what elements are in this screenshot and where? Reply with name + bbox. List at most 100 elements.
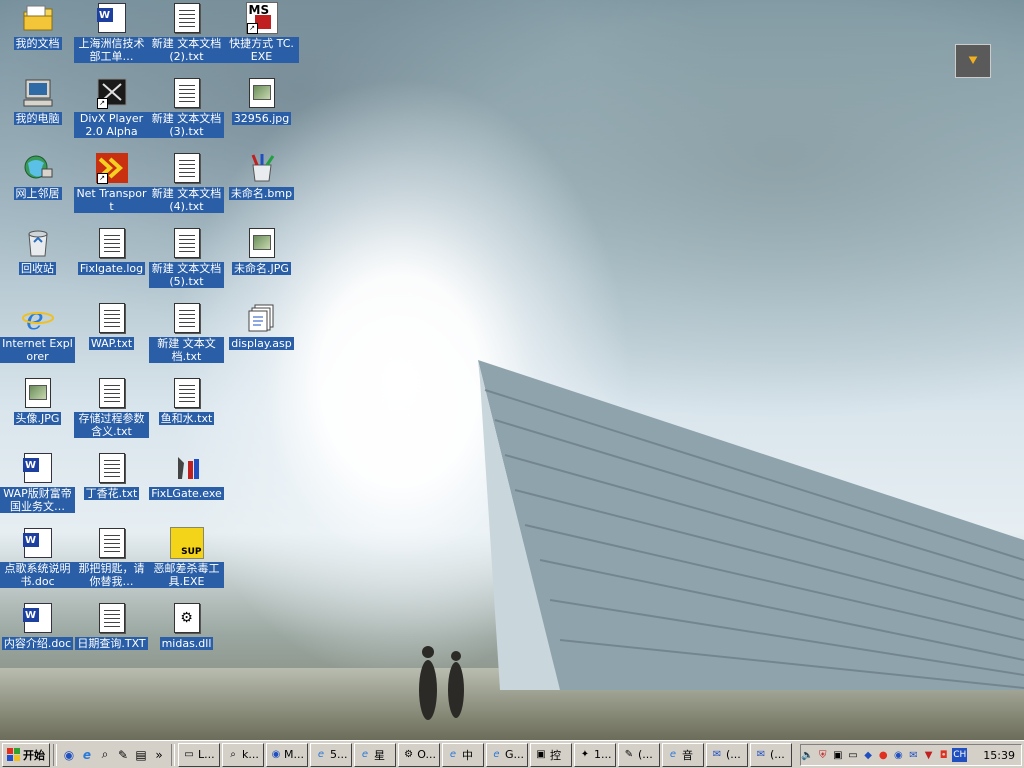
- desktop-icon-my-documents[interactable]: 我的文档: [0, 2, 75, 50]
- desktop-icon-new-text-3[interactable]: 新建 文本文档 (3).txt: [149, 77, 224, 138]
- desktop-icon-shanghai-doc[interactable]: W 上海洲信技术部工单…: [74, 2, 149, 63]
- task-label: (...: [638, 748, 653, 761]
- taskbar-task-5[interactable]: e星: [354, 742, 396, 767]
- desktop-icon-new-text-5[interactable]: 新建 文本文档 (5).txt: [149, 227, 224, 288]
- weibo-icon[interactable]: ●: [877, 748, 890, 762]
- desktop-icon-fixlgate-log[interactable]: Fixlgate.log: [74, 227, 149, 275]
- taskbar-task-8[interactable]: e G...: [486, 742, 528, 767]
- desktop-icon-fish-water-txt[interactable]: 鱼和水.txt: [149, 377, 224, 425]
- app-icon: ◉: [271, 749, 281, 760]
- icon-label: 丁香花.txt: [83, 487, 140, 500]
- quicklaunch-qq-icon[interactable]: ◉: [60, 746, 78, 764]
- ie-icon: e: [21, 302, 55, 334]
- taskbar-task-4[interactable]: e 5...: [310, 742, 352, 767]
- desktop-icon-internet-explorer[interactable]: e Internet Explorer: [0, 302, 75, 363]
- desktop-icon-net-transport[interactable]: ↗ Net Transport: [74, 152, 149, 213]
- taskbar-task-3[interactable]: ◉ M...: [266, 742, 308, 767]
- taskbar-task-12[interactable]: e音: [662, 742, 704, 767]
- taskbar-task-6[interactable]: ⚙ O...: [398, 742, 440, 767]
- chat-icon: ✉: [756, 749, 766, 760]
- desktop-icon-song-system-doc[interactable]: W 点歌系统说明书.doc: [0, 527, 75, 588]
- desktop-icon-date-query-txt[interactable]: 日期查询.TXT: [74, 602, 149, 650]
- icon-label: Net Transport: [74, 187, 149, 213]
- eye-icon[interactable]: ◉: [892, 748, 905, 762]
- desktop-icon-content-doc[interactable]: W 内容介绍.doc: [0, 602, 75, 650]
- desktop-icon-stored-procedure-txt[interactable]: 存储过程参数含义.txt: [74, 377, 149, 438]
- language-indicator[interactable]: CH: [952, 748, 968, 762]
- chat-icon[interactable]: ◘: [937, 748, 950, 762]
- image-file-icon: [245, 227, 279, 259]
- app-icon: ⚙: [404, 749, 414, 760]
- desktop-icon-antivirus-exe[interactable]: SUP 恶邮差杀毒工具.EXE: [149, 527, 224, 588]
- desktop-icon-divx-player[interactable]: ↗ DivX Player 2.0 Alpha: [74, 77, 149, 138]
- taskbar-task-10[interactable]: ✦ 1...: [574, 742, 616, 767]
- folder-icon: [21, 2, 55, 34]
- shield-icon[interactable]: ⛨: [816, 748, 829, 762]
- image-file-icon: [21, 377, 55, 409]
- desktop[interactable]: ⯆ 我的文档 我的电脑 网上邻居 回收站 e Internet Explorer…: [0, 0, 1024, 740]
- desktop-icon-new-text-2[interactable]: 新建 文本文档 (2).txt: [149, 2, 224, 63]
- desktop-icon-recycle-bin[interactable]: 回收站: [0, 227, 75, 275]
- start-button[interactable]: 开始: [2, 742, 50, 767]
- icon-label: Fixlgate.log: [77, 262, 146, 275]
- icon-label: 存储过程参数含义.txt: [74, 412, 149, 438]
- quicklaunch-search-icon[interactable]: ⌕: [96, 746, 114, 764]
- desktop-icon-lilac-txt[interactable]: 丁香花.txt: [74, 452, 149, 500]
- desktop-icon-new-text-4[interactable]: 新建 文本文档 (4).txt: [149, 152, 224, 213]
- collapse-arrow-button[interactable]: ⯆: [955, 44, 991, 78]
- quicklaunch-more-button[interactable]: »: [150, 746, 168, 764]
- text-file-icon: [170, 227, 204, 259]
- mail-icon[interactable]: ✉: [907, 748, 920, 762]
- task-label: 音: [682, 748, 693, 762]
- icon-label: 32956.jpg: [231, 112, 292, 125]
- icon-label: 那把钥匙，请你替我…: [74, 562, 149, 588]
- taskbar-task-11[interactable]: ✎ (...: [618, 742, 660, 767]
- taskbar-task-2[interactable]: ⌕ k...: [222, 742, 264, 767]
- desktop-icon-new-text[interactable]: 新建 文本文档.txt: [149, 302, 224, 363]
- desktop-icon-untitled-bmp[interactable]: 未命名.bmp: [224, 152, 299, 200]
- desktop-icon-tc-shortcut[interactable]: MS ↗ 快捷方式 TC.EXE: [224, 2, 299, 63]
- task-label: G...: [504, 748, 524, 761]
- icon-label: WAP版财富帝国业务文…: [0, 487, 75, 513]
- icon-label: Internet Explorer: [0, 337, 75, 363]
- icon-label: 鱼和水.txt: [158, 412, 215, 425]
- volume-icon[interactable]: 🔈: [801, 748, 814, 762]
- desktop-icon-my-computer[interactable]: 我的电脑: [0, 77, 75, 125]
- download-icon[interactable]: ▼: [922, 748, 935, 762]
- quicklaunch-notepad-icon[interactable]: ✎: [114, 746, 132, 764]
- quicklaunch-ie-icon[interactable]: e: [78, 746, 96, 764]
- text-file-icon: [170, 302, 204, 334]
- antivirus-icon[interactable]: ◆: [862, 748, 875, 762]
- desktop-icon-wap-doc[interactable]: W WAP版财富帝国业务文…: [0, 452, 75, 513]
- svg-text:e: e: [26, 303, 44, 333]
- icon-label: display.asp: [229, 337, 294, 350]
- desktop-icon-wap-txt[interactable]: WAP.txt: [74, 302, 149, 350]
- desktop-icon-network[interactable]: 网上邻居: [0, 152, 75, 200]
- desktop-icon-fixlgate-exe[interactable]: FixLGate.exe: [149, 452, 224, 500]
- taskbar-task-14[interactable]: ✉ (...: [750, 742, 792, 767]
- clock[interactable]: 15:39: [983, 749, 1015, 762]
- taskbar-task-1[interactable]: ▭ L...: [178, 742, 220, 767]
- task-label: 中: [462, 748, 473, 762]
- text-file-icon: [170, 377, 204, 409]
- desktop-icon-untitled-jpg[interactable]: 未命名.JPG: [224, 227, 299, 275]
- icon-label: 我的文档: [13, 37, 62, 50]
- monitor-icon[interactable]: ▭: [846, 748, 859, 762]
- desktop-icon-avatar-jpg[interactable]: 头像.JPG: [0, 377, 75, 425]
- sup-text: SUP: [181, 547, 202, 557]
- desktop-icon-midas-dll[interactable]: ⚙ midas.dll: [149, 602, 224, 650]
- icon-label: DivX Player 2.0 Alpha: [74, 112, 149, 138]
- word-document-icon: W: [21, 452, 55, 484]
- desktop-icon-display-asp[interactable]: display.asp: [224, 302, 299, 350]
- desktop-icon-32956-jpg[interactable]: 32956.jpg: [224, 77, 299, 125]
- app-icon: ✎: [624, 749, 634, 760]
- task-label: k...: [242, 748, 259, 761]
- dll-gear-icon: ⚙: [170, 602, 204, 634]
- icon-label: 新建 文本文档.txt: [149, 337, 224, 363]
- taskbar-task-9[interactable]: ▣ 控: [530, 742, 572, 767]
- taskbar-task-13[interactable]: ✉ (...: [706, 742, 748, 767]
- network-icon[interactable]: ▣: [831, 748, 844, 762]
- desktop-icon-key-txt[interactable]: 那把钥匙，请你替我…: [74, 527, 149, 588]
- quicklaunch-book-icon[interactable]: ▤: [132, 746, 150, 764]
- taskbar-task-7[interactable]: e中: [442, 742, 484, 767]
